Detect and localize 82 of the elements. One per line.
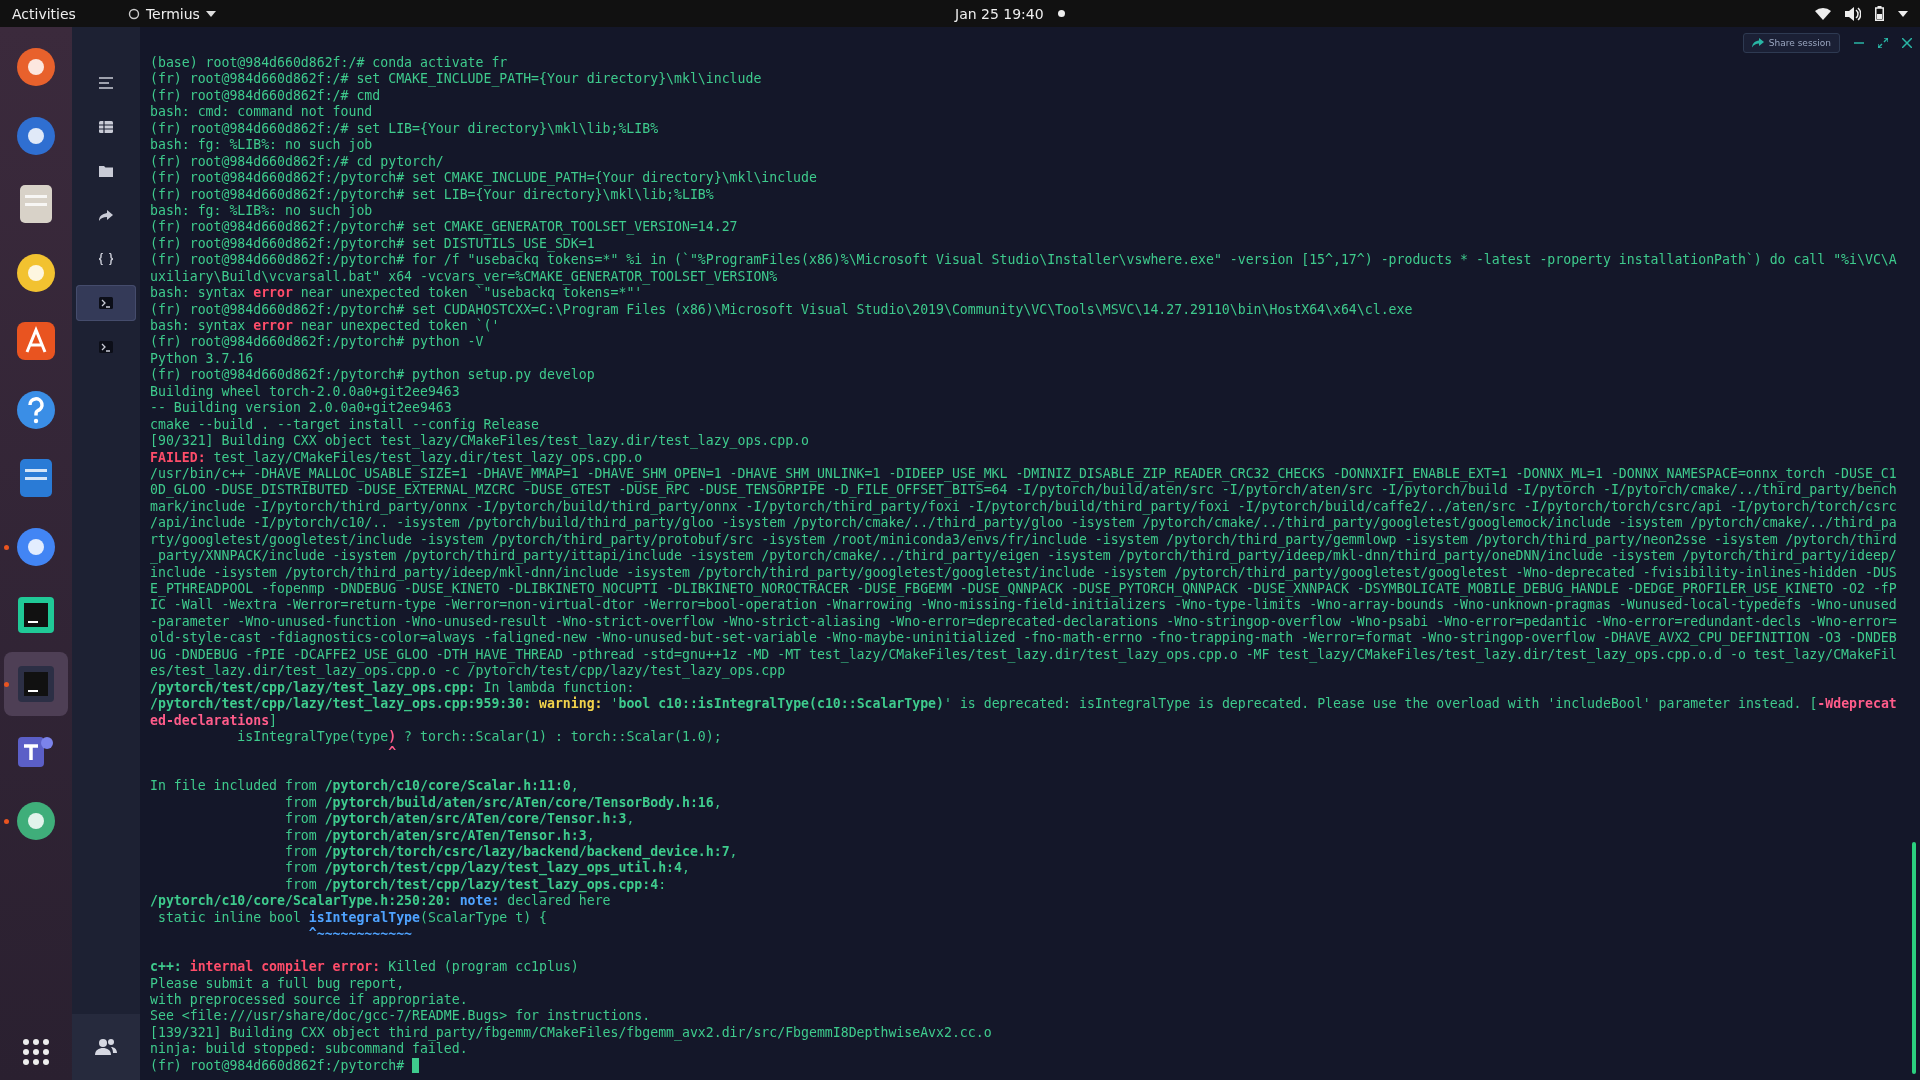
terminal-line: ninja: build stopped: subcommand failed. (150, 1041, 468, 1058)
caret-icon (205, 10, 216, 17)
terminal-line: bash: fg: %LIB%: no such job (150, 202, 373, 220)
terminal-line: Building wheel torch-2.0.0a0+git2ee9463 (150, 383, 460, 401)
activities-button[interactable]: Activities (12, 5, 76, 22)
people-icon[interactable] (95, 1038, 117, 1056)
terminal-line: bash: syntax error near unexpected token `"usebackq tokens=*"' (150, 285, 643, 302)
server-icon (99, 121, 113, 133)
terminal-line: bash: syntax error near unexpected token `(' (150, 318, 500, 335)
terminal-line: /pytorch/c10/core/ScalarType.h:250:20: note: declared here (150, 893, 611, 910)
terminal-line: ^~~~~~~~~~~~~ (307, 926, 412, 943)
braces-icon (99, 253, 113, 265)
terminal-line: (fr) root@984d660d862f:/pytorch# (150, 1057, 406, 1075)
terminal-line: rty/googletest/googletest/include -isystem /pytorch/third_party/protobuf/src -isystem /root/miniconda3/envs/fr/include -isystem /pytorch/third_party/gemmlowp -isystem /pytorch/third_party/neon2sse -isystem /pytorch/third (150, 531, 1897, 549)
terminal-line: with preprocessed source if appropriate. (150, 991, 468, 1009)
terminal-line: uxiliary\Build\vcvarsall.bat" x64 -vcvars_ver=%CMAKE_GENERATOR_TOOLSET_VERSION% (150, 268, 778, 285)
battery-icon[interactable] (1875, 6, 1884, 21)
terminal-line: cmake --build . --target install --config Release (150, 416, 540, 434)
terminal-line: (fr) root@984d660d862f:/pytorch# set CMAKE_GENERATOR_TOOLSET_VERSION=14.27 (150, 219, 738, 236)
terminal-line: See <file:///usr/share/doc/gcc-7/README.Bugs> for instructions. (150, 1008, 651, 1025)
terminal-line: -- Building version 2.0.0a0+git2ee9463 (150, 400, 452, 417)
terminal-line: Python 3.7.16 (150, 350, 254, 368)
caret-icon[interactable] (1898, 10, 1908, 17)
terminal-line: c++: internal compiler error: Killed (program cc1plus) (150, 959, 579, 976)
terminal-line: from /pytorch/test/cpp/lazy/test_lazy_ops.cpp:4: (283, 876, 667, 894)
terminal-line: /api/include -I/pytorch/c10/.. -isystem /pytorch/build/third_party/gloo -isystem /pytorch/cmake/../third_party/gloo -isystem /pytorch/cmake/../third_party/googletest/googlemock/include -isystem /pytorch/cmake/../third_pa (150, 515, 1897, 532)
terminal-line: (fr) root@984d660d862f:/pytorch# python -V (150, 334, 484, 351)
terminal-line: (fr) root@984d660d862f:/pytorch# for /f "usebackq tokens=*" %i in (`"%ProgramFiles(x86)%\Microsoft Visual Studio\Installer\vswhere.exe" -version [15^,17^) -products * -latest -property installationPath`) do call "%i\VC\A (150, 252, 1897, 269)
menu-icon (99, 77, 113, 89)
terminal-line: UG -DNDEBUG -fPIE -DCAFFE2_USE_GLOO -DTH_HAVE_THREAD -pthread -std=gnu++1z -MD -MT test_lazy/CMakeFiles/test_lazy.dir/test_lazy_ops.cpp.o -MF test_lazy/CMakeFiles/test_lazy.dir/test_lazy_ops.cpp.o.d -o test_lazy/CMakeFil (150, 646, 1897, 664)
wifi-icon[interactable] (1815, 7, 1831, 20)
maximize-icon[interactable] (1878, 38, 1888, 48)
terminal-line: Please submit a full bug report, (150, 975, 405, 992)
terminal-line: include -isystem /pytorch/third_party/ideep/mkl-dnn/include -isystem /pytorch/third_party/googletest/googletest/include -isystem /pytorch/third_party/googletest/googletest -Wno-deprecated -fvisibility-inlines-hidden -DUS (150, 564, 1897, 581)
terminal-line: In file included from /pytorch/c10/core/Scalar.h:11:0, (150, 778, 579, 795)
terminal-line: bash: cmd: command not found (150, 104, 373, 121)
terminal-icon (99, 341, 113, 353)
terminal-line: -parameter -Wno-unused-function -Wno-unused-result -Wno-strict-overflow -Wno-strict-aliasing -Wno-error=deprecated-declarations -Wno-stringop-overflow -Wno-psabi -Wno-error=pedantic -Wno-error=redundant-decls -Wno-error= (150, 613, 1897, 631)
terminal-line: from /pytorch/build/aten/src/ATen/core/TensorBody.h:16, (283, 794, 722, 812)
terminal-line: from /pytorch/torch/csrc/lazy/backend/backend_device.h:7, (283, 844, 738, 861)
terminal-line: from /pytorch/test/cpp/lazy/test_lazy_ops_util.h:4, (283, 860, 690, 877)
close-icon[interactable] (1902, 38, 1912, 48)
terminal-line: /usr/bin/c++ -DHAVE_MALLOC_USABLE_SIZE=1 -DHAVE_MMAP=1 -DHAVE_SHM_OPEN=1 -DHAVE_SHM_UNLINK=1 -DIDEEP_USE_MKL -DMINIZ_DISABLE_ZIP_READER_CRC32_CHECKS -DONNXIFI_ENABLE_EXT=1 -DONNX_ML=1 -DONNX_NAMESPACE=onnx_torch -DUSE_C1 (150, 465, 1897, 483)
terminal-line: ^ (387, 745, 397, 762)
terminal-line: from /pytorch/aten/src/ATen/Tensor.h:3, (283, 827, 595, 844)
app-grid-icon[interactable] (22, 1038, 50, 1066)
terminal-line: from /pytorch/aten/src/ATen/core/Tensor.h:3, (283, 811, 635, 828)
terminal-line: isIntegralType(type) ? torch::Scalar(1) : torch::Scalar(1.0); (236, 728, 722, 746)
share-arrow-icon (1751, 38, 1764, 48)
app-indicator-icon (127, 7, 140, 20)
clock[interactable]: Jan 25 19:40 (955, 5, 1044, 22)
terminal-line: IC -Wall -Wextra -Werror=return-type -Werror=non-virtual-dtor -Werror=bool-operation -Wnarrowing -Wno-missing-field-initializers -Wno-type-limits -Wno-array-bounds -Wno-unknown-pragmas -Wunused-local-typedefs -Wno-unused (150, 597, 1897, 614)
terminal-line: (fr) root@984d660d862f:/pytorch# set CMAKE_INCLUDE_PATH={Your directory}\mkl\include (150, 170, 817, 187)
terminal-line: [139/321] Building CXX object third_party/fbgemm/CMakeFiles/fbgemm_avx2.dir/src/FbgemmI8DepthwiseAvx2.cc.o (150, 1024, 992, 1042)
forward-arrow-icon (99, 209, 113, 221)
terminal-line: (fr) root@984d660d862f:/pytorch# set LIB={Your directory}\mkl\lib;%LIB% (150, 186, 714, 203)
terminal-line: old-style-cast -fdiagnostics-color=always -faligned-new -Wno-unused-but-set-variable -Wno-maybe-uninitialized -fno-math-errno -fno-trapping-math -Werror=format -Wno-stringop-overflow -DHAVE_AVX2_CPU_DEFINITION -O3 -DNDEB (150, 630, 1897, 647)
terminal-line: es/test_lazy.dir/test_lazy_ops.cpp.o -c /pytorch/test/cpp/lazy/test_lazy_ops.cpp (150, 663, 786, 680)
terminal-line: E_PTHREADPOOL -fopenmp -DNDEBUG -DUSE_KINETO -DLIBKINETO_NOCUPTI -DLIBKINETO_NOROCTRACER -DUSE_FBGEMM -DUSE_QNNPACK -DUSE_PYTORCH_QNNPACK -DUSE_XNNPACK -DSYMBOLICATE_MOBILE_DEBUG_HANDLE -DEDGE_PROFILER_USE_KINETO -O2 -fP (150, 581, 1897, 598)
terminal-icon (99, 297, 113, 309)
terminal-line: 0D_GLOO -DUSE_DISTRIBUTED -DUSE_EXTERNAL_MZCRC -DUSE_GTEST -DUSE_RPC -DUSE_TENSORPIPE -D_FILE_OFFSET_BITS=64 -I/pytorch/build/aten/src -I/pytorch/aten/src -I/pytorch/build -I/pytorch -I/pytorch/cmake/../third_party/bench (150, 482, 1897, 499)
terminal-line: mark/include -I/pytorch/third_party/onnx -I/pytorch/build/third_party/onnx -I/pytorch/third_party/foxi -I/pytorch/build/third_party/foxi -I/pytorch/build/caffe2/../aten/src -I/pytorch/torch/csrc/api -I/pytorch/torch/csrc (150, 498, 1897, 516)
app-menu[interactable]: Termius (127, 5, 216, 22)
terminal-line: /pytorch/test/cpp/lazy/test_lazy_ops.cpp: In lambda function: (150, 679, 635, 696)
terminal-line: FAILED: test_lazy/CMakeFiles/test_lazy.dir/test_lazy_ops.cpp.o (150, 449, 643, 466)
terminal-line: (fr) root@984d660d862f:/# set LIB={Your directory}\mkl\lib;%LIB% (150, 120, 659, 138)
terminal-line: static inline bool isIntegralType(ScalarType t) { (156, 909, 547, 927)
terminal-line: (base) root@984d660d862f:/# conda activate fr (150, 55, 508, 72)
terminal-line: (fr) root@984d660d862f:/# set CMAKE_INCLUDE_PATH={Your directory}\mkl\include (150, 71, 762, 88)
volume-icon[interactable] (1845, 6, 1861, 21)
terminal-line: _party/XNNPACK/include -isystem /pytorch/third_party/ittapi/include -isystem /pytorch/cmake/../third_party/eigen -isystem /pytorch/third_party/ideep/mkl-dnn/third_party/oneDNN/include -isystem /pytorch/third_party/ideep/ (150, 548, 1897, 565)
terminal-line: (fr) root@984d660d862f:/# cd pytorch/ (150, 153, 444, 171)
terminal-line: (fr) root@984d660d862f:/pytorch# set CUDAHOSTCXX=C:\Program Files (x86)\Microsoft Visual Studio\2019\Community\VC\Tools\MSVC\14.27.29110\bin\HostX64\x64\cl.exe (150, 301, 1413, 318)
terminal-line: /pytorch/test/cpp/lazy/test_lazy_ops.cpp:959:30: warning: 'bool c10::isIntegralType(c10::ScalarType)' is deprecated: isIntegralType is deprecated. Please use the overload with 'includeBool' parameter instead. [-Wdeprecat (150, 696, 1897, 713)
terminal-line: [90/321] Building CXX object test_lazy/CMakeFiles/test_lazy.dir/test_lazy_ops.cpp.o (150, 433, 809, 450)
terminal-line: (fr) root@984d660d862f:/# cmd (150, 87, 381, 105)
scrollbar-thumb[interactable] (1912, 842, 1916, 1074)
share-session-button[interactable]: Share session (1742, 33, 1840, 53)
terminal-line: bash: fg: %LIB%: no such job (150, 137, 373, 154)
terminal-line: (fr) root@984d660d862f:/pytorch# set DISTUTILS_USE_SDK=1 (150, 235, 595, 253)
terminal-line: (fr) root@984d660d862f:/pytorch# python setup.py develop (150, 367, 595, 384)
terminal-line: ed-declarations] (150, 712, 278, 729)
